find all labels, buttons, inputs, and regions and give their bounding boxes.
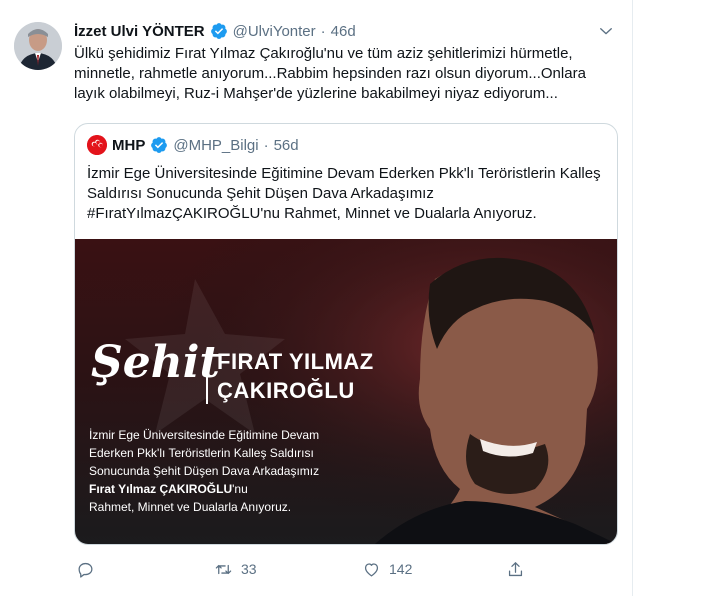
separator-dot: · (263, 136, 269, 154)
poster-body-line: Fırat Yılmaz ÇAKIROĞLU'nu (89, 480, 419, 498)
tweet-text: Ülkü şehidimiz Fırat Yılmaz Çakıroğlu'nu… (74, 45, 586, 102)
chevron-down-icon[interactable] (597, 22, 615, 40)
retweet-count: 33 (241, 561, 257, 577)
share-button[interactable] (506, 558, 525, 580)
poster-name-line2: ÇAKIROĞLU (217, 378, 355, 403)
quoted-tweet-header: MHP @MHP_Bilgi · 56d (87, 134, 299, 156)
quoted-tweet-text: İzmir Ege Üniversitesinde Eğitimine Deva… (87, 165, 601, 222)
avatar[interactable] (14, 22, 62, 70)
verified-badge-icon (150, 136, 168, 154)
tweet-card[interactable]: İzzet Ulvi YÖNTER @UlviYonter · 46d Ülkü… (0, 0, 633, 596)
share-icon (508, 561, 523, 576)
quoted-author-handle[interactable]: @MHP_Bilgi (173, 137, 258, 154)
tweet-timestamp[interactable]: 46d (331, 23, 356, 40)
retweet-button[interactable]: 33 (214, 558, 257, 580)
poster-name-suffix: 'nu (232, 482, 248, 496)
quoted-tweet-image[interactable]: Şehit FIRAT YILMAZ ÇAKIROĞLU İzmir Ege Ü… (75, 239, 617, 544)
verified-badge-icon (210, 22, 228, 40)
quoted-tweet[interactable]: MHP @MHP_Bilgi · 56d İzmir Ege Üniversit… (74, 123, 618, 545)
poster-name-bold: Fırat Yılmaz ÇAKIROĞLU (89, 482, 233, 496)
poster-body-line: Rahmet, Minnet ve Dualarla Anıyoruz. (89, 500, 292, 514)
avatar-photo (14, 22, 62, 70)
quoted-timestamp[interactable]: 56d (274, 137, 299, 154)
quoted-author-name[interactable]: MHP (112, 137, 145, 154)
like-button[interactable]: 142 (362, 558, 412, 580)
separator-dot: · (320, 22, 326, 40)
poster-body-line: Ederken Pkk'lı Teröristlerin Kalleş Sald… (89, 446, 314, 460)
poster-divider (206, 354, 208, 404)
author-handle[interactable]: @UlviYonter (233, 23, 316, 40)
like-count: 142 (389, 561, 413, 577)
retweet-icon (215, 564, 232, 574)
like-icon (364, 562, 379, 576)
reply-icon (78, 562, 93, 578)
poster-body: İzmir Ege Üniversitesinde Eğitimine Deva… (89, 426, 419, 516)
tweet-header: İzzet Ulvi YÖNTER @UlviYonter · 46d (74, 20, 356, 42)
tweet-actions: 33 142 (74, 558, 524, 580)
poster-big-word: Şehit (91, 337, 220, 388)
author-name[interactable]: İzzet Ulvi YÖNTER (74, 23, 205, 40)
poster-name-line1: FIRAT YILMAZ (217, 349, 374, 374)
poster-body-line: Sonucunda Şehit Düşen Dava Arkadaşımız (89, 464, 320, 478)
reply-button[interactable] (76, 558, 103, 580)
mhp-logo-icon (87, 135, 107, 155)
poster-body-line: İzmir Ege Üniversitesinde Eğitimine Deva… (89, 428, 320, 442)
